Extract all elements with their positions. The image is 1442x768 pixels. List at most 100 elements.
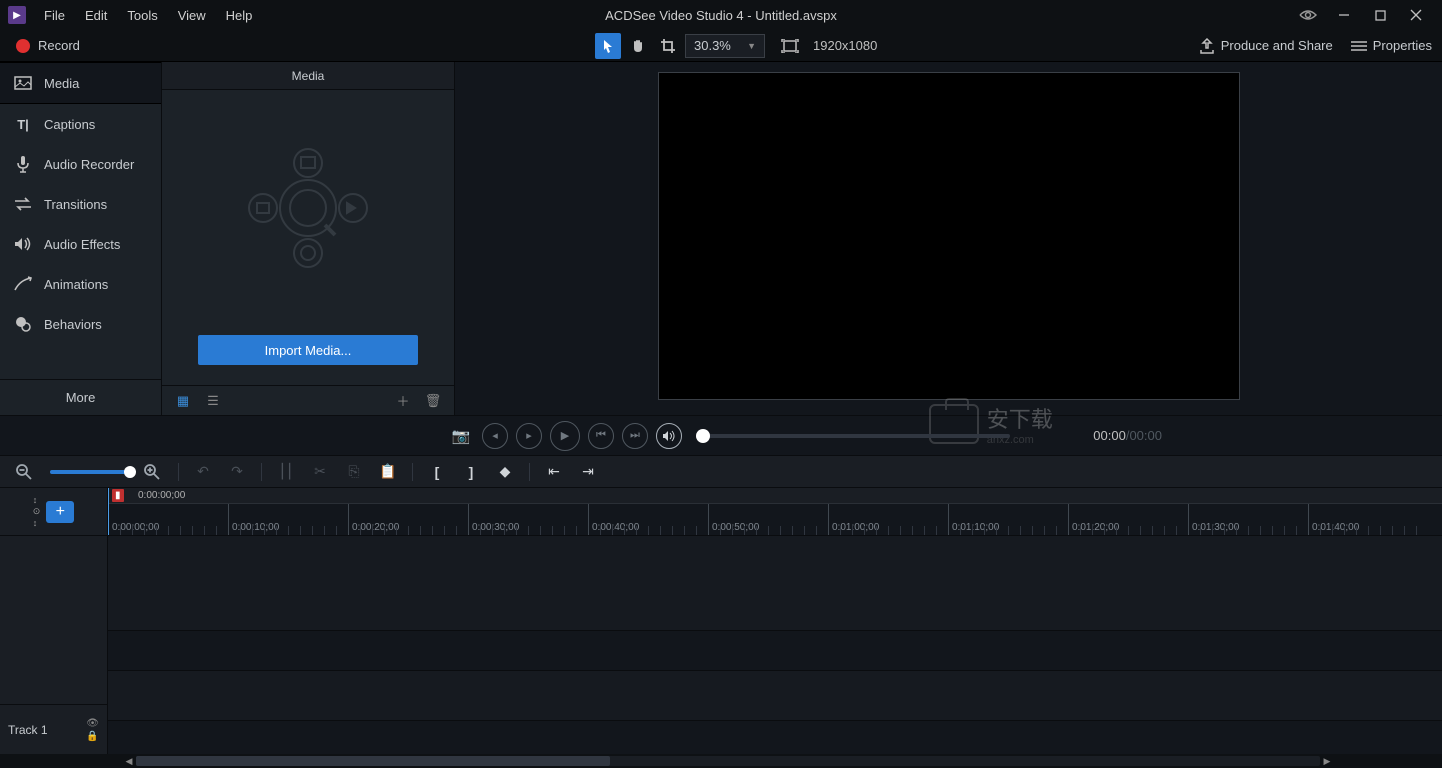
ruler-left-controls: ↕⊙↕ + <box>0 488 108 535</box>
record-icon <box>16 39 30 53</box>
cut-button[interactable]: ✂ <box>310 463 330 480</box>
ruler-tick: 0:01:10;00 <box>948 504 999 535</box>
add-track-button[interactable]: + <box>46 501 74 523</box>
preview-canvas[interactable] <box>658 72 1240 400</box>
track-lane[interactable] <box>108 536 1442 631</box>
sidebar-label: Behaviors <box>44 317 102 332</box>
track-lane[interactable] <box>108 631 1442 671</box>
import-media-button[interactable]: Import Media... <box>198 335 418 365</box>
menu-help[interactable]: Help <box>216 2 263 29</box>
lock-icon[interactable]: 🔒 <box>86 731 99 742</box>
horizontal-scrollbar[interactable]: ◀ ▶ <box>0 754 1442 768</box>
properties-label: Properties <box>1373 38 1432 53</box>
play-button[interactable]: ▶ <box>550 421 580 451</box>
sidebar-item-behaviors[interactable]: Behaviors <box>0 304 161 344</box>
redo-button[interactable]: ↷ <box>227 463 247 480</box>
select-tool[interactable] <box>595 33 621 59</box>
menu-tools[interactable]: Tools <box>117 2 167 29</box>
menu-file[interactable]: File <box>34 2 75 29</box>
goto-end-timeline[interactable]: ⇥ <box>578 463 598 480</box>
next-frame-button[interactable]: ▸ <box>516 423 542 449</box>
mark-in-button[interactable]: [ <box>427 464 447 480</box>
zoom-in-button[interactable] <box>144 464 164 480</box>
track-name: Track 1 <box>8 723 48 737</box>
sidebar-item-transitions[interactable]: Transitions <box>0 184 161 224</box>
sidebar-item-audio-recorder[interactable]: Audio Recorder <box>0 144 161 184</box>
paste-button[interactable]: 📋 <box>378 463 398 480</box>
delete-icon[interactable]: 🗑 <box>424 393 442 409</box>
sidebar-label: Animations <box>44 277 108 292</box>
sidebar-label: Audio Recorder <box>44 157 134 172</box>
sidebar: Media T| Captions Audio Recorder Transit… <box>0 62 162 415</box>
playhead-time: 0:00:00;00 <box>138 490 185 501</box>
ruler-tick: 0:00:10;00 <box>228 504 279 535</box>
eye-icon[interactable] <box>1290 0 1326 30</box>
add-icon[interactable]: ＋ <box>394 391 412 410</box>
grid-view-icon[interactable]: ▦ <box>174 393 192 409</box>
maximize-button[interactable] <box>1362 0 1398 30</box>
properties-button[interactable]: Properties <box>1351 38 1432 53</box>
total-time: /00:00 <box>1126 428 1162 443</box>
copy-button[interactable]: ⎘ <box>344 463 364 480</box>
zoom-dropdown[interactable]: 30.3% ▼ <box>685 34 765 58</box>
menu-view[interactable]: View <box>168 2 216 29</box>
goto-start-timeline[interactable]: ⇤ <box>544 463 564 480</box>
list-view-icon[interactable]: ☰ <box>204 393 222 409</box>
media-empty-graphic <box>162 90 454 325</box>
media-panel-footer: ▦ ☰ ＋ 🗑 <box>162 385 454 415</box>
sidebar-label: Transitions <box>44 197 107 212</box>
sidebar-label: Captions <box>44 117 95 132</box>
fit-screen-button[interactable] <box>777 33 803 59</box>
crop-tool[interactable] <box>655 33 681 59</box>
ruler-tick: 0:01:20;00 <box>1068 504 1119 535</box>
snapshot-button[interactable]: 📷 <box>448 423 474 449</box>
mark-out-button[interactable]: ] <box>461 464 481 480</box>
ruler-scale[interactable]: ▮ 0:00:00;00 0:00:00;000:00:10;000:00:20… <box>108 488 1442 535</box>
track-1-header[interactable]: Track 1 👁 🔒 <box>0 704 107 754</box>
track-lane-1[interactable] <box>108 671 1442 721</box>
scroll-right-arrow[interactable]: ▶ <box>1320 754 1334 768</box>
pan-tool[interactable] <box>625 33 651 59</box>
record-label: Record <box>38 38 80 53</box>
zoom-fit-buttons[interactable]: ↕⊙↕ <box>33 495 41 528</box>
playhead[interactable] <box>108 488 109 535</box>
sidebar-item-captions[interactable]: T| Captions <box>0 104 161 144</box>
share-icon <box>1199 38 1215 54</box>
close-button[interactable] <box>1398 0 1434 30</box>
prev-frame-button[interactable]: ◂ <box>482 423 508 449</box>
produce-share-button[interactable]: Produce and Share <box>1199 38 1333 54</box>
visibility-icon[interactable]: 👁 <box>86 718 99 729</box>
ruler-tick: 0:00:20;00 <box>348 504 399 535</box>
zoom-out-button[interactable] <box>16 464 36 480</box>
sidebar-label: Audio Effects <box>44 237 120 252</box>
sidebar-item-animations[interactable]: Animations <box>0 264 161 304</box>
behaviors-icon <box>14 315 32 333</box>
record-button[interactable]: Record <box>10 34 86 57</box>
zoom-slider[interactable] <box>50 470 130 474</box>
playback-bar: 📷 ◂ ▸ ▶ ⏮ ⏭ 00:00/00:00 <box>0 415 1442 455</box>
ruler-tick: 0:01:40;00 <box>1308 504 1359 535</box>
sidebar-item-audio-effects[interactable]: Audio Effects <box>0 224 161 264</box>
media-tab[interactable]: Media <box>162 62 454 90</box>
toolbar: Record 30.3% ▼ 1920x1080 Produce and Sha… <box>0 30 1442 62</box>
goto-start-button[interactable]: ⏮ <box>588 423 614 449</box>
menu-edit[interactable]: Edit <box>75 2 117 29</box>
sidebar-more-button[interactable]: More <box>0 379 161 415</box>
preview-area: 安下载 anxz.com <box>455 62 1442 415</box>
volume-slider[interactable] <box>700 434 1010 438</box>
volume-button[interactable] <box>656 423 682 449</box>
undo-button[interactable]: ↶ <box>193 463 213 480</box>
goto-end-button[interactable]: ⏭ <box>622 423 648 449</box>
watermark: 安下载 anxz.com <box>929 402 1053 446</box>
minimize-button[interactable] <box>1326 0 1362 30</box>
scrollbar-thumb[interactable] <box>136 756 610 766</box>
sidebar-item-media[interactable]: Media <box>0 62 161 104</box>
playhead-marker[interactable]: ▮ <box>112 489 124 502</box>
timeline-toolbar: ↶ ↷ ⎮⎮ ✂ ⎘ 📋 [ ] ◆ ⇤ ⇥ <box>0 455 1442 488</box>
time-display: 00:00/00:00 <box>1093 428 1162 443</box>
track-lanes[interactable] <box>108 536 1442 754</box>
scroll-left-arrow[interactable]: ◀ <box>122 754 136 768</box>
marker-button[interactable]: ◆ <box>495 463 515 480</box>
split-button[interactable]: ⎮⎮ <box>276 463 296 480</box>
speaker-icon <box>14 235 32 253</box>
